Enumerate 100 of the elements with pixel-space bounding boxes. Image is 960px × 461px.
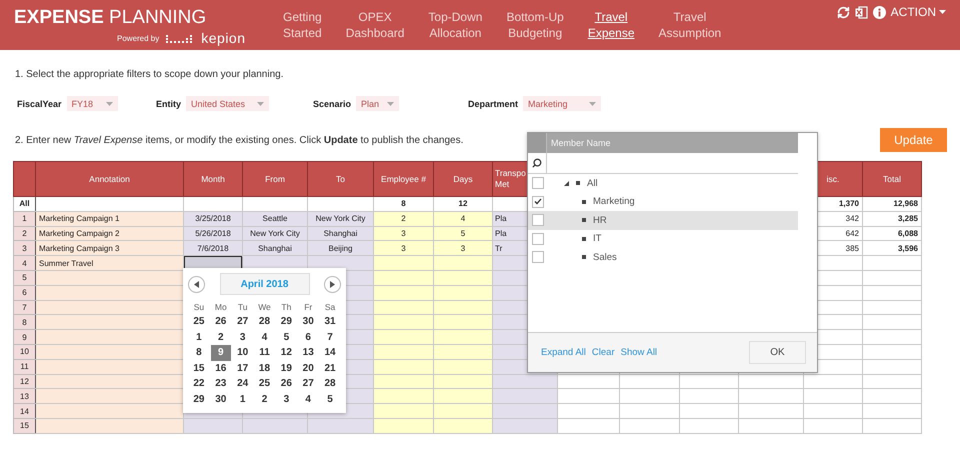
left-triangle-icon [194,280,199,288]
calendar-day[interactable]: 4 [254,330,274,345]
expand-toggle-icon[interactable] [564,180,569,186]
calendar-day[interactable]: 5 [320,392,340,407]
table-cell [862,388,922,404]
calendar-day[interactable]: 10 [232,345,253,360]
calendar-day[interactable]: 18 [254,360,274,376]
table-cell [862,359,922,374]
calendar-day[interactable]: 26 [210,314,231,330]
calendar-day[interactable]: 16 [210,360,231,376]
corner-header [14,162,36,196]
filter-dropdown[interactable]: Marketing [523,96,602,111]
table-cell: 3,285 [862,211,922,226]
calendar-day[interactable]: 6 [298,330,318,345]
table-cell: 5/26/2018 [184,226,242,241]
table-cell: 3 [374,240,434,256]
calendar-day[interactable]: 3 [232,330,253,345]
calendar-day[interactable]: 14 [320,345,340,360]
table-cell: Beijing [308,240,374,256]
tree-item[interactable]: HR [528,211,798,230]
spreadsheet-icon[interactable] [854,6,868,18]
table-cell: Marketing Campaign 2 [36,226,184,241]
calendar-day[interactable]: 1 [232,392,253,407]
calendar-day[interactable]: 2 [254,392,274,407]
brand-name: kepion [201,31,246,45]
calendar-day[interactable]: 19 [276,360,296,376]
calendar-day[interactable]: 15 [189,360,209,376]
calendar-day[interactable]: 4 [298,392,318,407]
table-cell: 5 [434,226,492,241]
calendar-day[interactable]: 28 [254,314,274,330]
calendar-day[interactable]: 30 [298,314,318,330]
calendar-day[interactable]: 26 [276,376,296,392]
calendar-day[interactable]: 31 [320,314,340,330]
table-cell [308,196,374,212]
filter-dropdown[interactable]: FY18 [66,96,118,111]
table-cell [862,300,922,315]
info-icon[interactable] [872,6,886,18]
search-icon [532,158,542,168]
calendar-day[interactable]: 22 [189,376,209,392]
checkbox[interactable] [532,232,544,245]
row-number: 1 [14,211,36,226]
calendar-day[interactable]: 7 [320,330,340,345]
calendar-day[interactable]: 3 [276,392,296,407]
calendar-day[interactable]: 27 [232,314,253,330]
table-cell [804,418,862,434]
checkbox[interactable] [532,214,544,226]
table-cell [862,330,922,344]
calendar-day[interactable]: 28 [320,376,340,392]
calendar-day[interactable]: 17 [232,360,253,376]
calendar-day[interactable]: 24 [232,376,253,392]
calendar-day[interactable]: 29 [276,314,296,330]
calendar-day[interactable]: 12 [276,345,296,360]
table-cell [434,285,492,300]
row-number: 14 [14,404,36,418]
previous-month-button[interactable] [188,276,205,292]
table-cell [434,300,492,315]
nav-tab[interactable]: Travel Expense [578,0,645,41]
checkbox[interactable] [532,196,544,208]
table-cell [434,256,492,270]
next-month-button[interactable] [324,276,341,292]
calendar-day[interactable]: 5 [276,330,296,345]
calendar-day[interactable]: 9 [210,345,231,360]
calendar-day[interactable]: 13 [298,345,318,360]
calendar-day[interactable]: 21 [320,360,340,376]
calendar-day[interactable]: 11 [254,345,274,360]
instruction-text: 1. Select the appropriate filters to scope down your planning. [14,69,284,82]
filter-dropdown[interactable]: Plan [356,96,400,111]
checkbox[interactable] [532,177,544,190]
row-number: 8 [14,314,36,330]
table-cell: 6,088 [862,226,922,241]
table-cell [374,388,434,404]
ok-button[interactable]: OK [749,341,806,364]
calendar-day[interactable]: 27 [298,376,318,392]
calendar-day[interactable]: 20 [298,360,318,376]
row-number: 12 [14,374,36,389]
calendar-day[interactable]: 23 [210,376,231,392]
member-bullet-icon [582,200,586,204]
calendar-day[interactable]: 2 [210,330,231,345]
table-cell [620,388,680,404]
table-cell: Shanghai [242,240,308,256]
table-cell [374,314,434,330]
row-number: 2 [14,226,36,241]
weekday-label: Tu [236,301,248,314]
calendar-day[interactable]: 25 [254,376,274,392]
action-menu-button[interactable]: ACTION [890,5,946,19]
calendar-day[interactable]: 1 [189,330,209,345]
right-triangle-icon [330,280,335,288]
table-cell [680,388,738,404]
table-cell [434,418,492,434]
calendar-day[interactable]: 8 [189,345,209,360]
table-cell [680,418,738,434]
calendar-day[interactable]: 29 [189,392,209,407]
column-header: To [308,162,374,196]
calendar-day[interactable]: 25 [189,314,209,330]
filter-dropdown[interactable]: United States [186,96,270,111]
refresh-icon[interactable] [836,6,850,18]
checkbox[interactable] [532,251,544,264]
table-cell: 2 [374,211,434,226]
caret-icon [257,102,264,106]
calendar-day[interactable]: 30 [210,392,231,407]
